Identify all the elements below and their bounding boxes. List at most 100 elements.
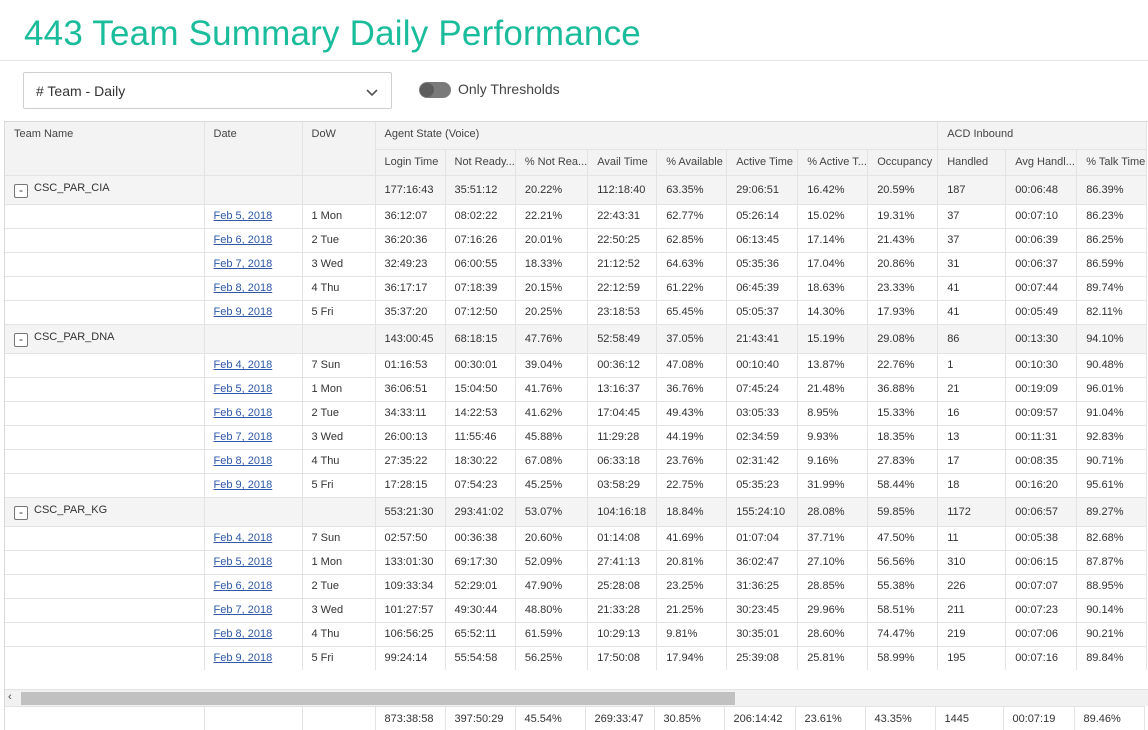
group-value-cell: 112:18:40 [587,175,658,205]
value-cell: 89.74% [1076,276,1148,301]
value-cell: 00:08:35 [1005,449,1078,474]
date-link[interactable]: Feb 4, 2018 [214,359,273,371]
value-cell: 58.44% [867,473,939,498]
value-cell: 17.94% [656,646,728,671]
value-cell: 22.76% [867,353,939,378]
date-link[interactable]: Feb 9, 2018 [214,652,273,664]
value-cell: 17.04% [797,252,869,277]
value-cell: 21 [937,377,1007,402]
value-cell: 21:12:52 [587,252,658,277]
group-row: - CSC_PAR_KG 553:21:30 293:41:02 53.07% 104:1… [5,497,1148,527]
date-link[interactable]: Feb 5, 2018 [214,556,273,568]
view-dropdown[interactable]: # Team - Daily [23,72,392,109]
date-link[interactable]: Feb 7, 2018 [214,431,273,443]
header-date[interactable]: Date [204,122,303,176]
date-cell: Feb 9, 2018 [204,473,303,498]
value-cell: 64.63% [656,252,728,277]
dow-cell: 4 Thu [302,276,376,301]
team-cell [5,300,205,325]
value-cell: 06:00:55 [445,252,516,277]
dow-cell: 5 Fri [302,646,376,671]
value-cell: 27:41:13 [587,550,658,575]
column-header[interactable]: Occupancy [867,149,939,176]
value-cell: 06:33:18 [587,449,658,474]
group-value-cell: 1172 [937,497,1007,527]
group-value-cell: 155:24:10 [726,497,799,527]
table-row: Feb 4, 2018 7 Sun 01:16:53 00:30:01 39.04% 00… [5,353,1148,378]
value-cell: 15.33% [867,401,939,426]
date-link[interactable]: Feb 8, 2018 [214,628,273,640]
column-header[interactable]: Handled [937,149,1007,176]
column-header[interactable]: Avail Time [587,149,658,176]
date-link[interactable]: Feb 4, 2018 [214,532,273,544]
value-cell: 00:06:39 [1005,228,1078,253]
group-value-cell: 00:06:57 [1005,497,1078,527]
date-link[interactable]: Feb 5, 2018 [214,383,273,395]
value-cell: 90.21% [1076,622,1148,647]
value-cell: 47.08% [656,353,728,378]
value-cell: 00:07:10 [1005,204,1078,229]
date-link[interactable]: Feb 6, 2018 [214,580,273,592]
chevron-left-icon[interactable]: ‹ [8,691,12,703]
value-cell: 14.30% [797,300,869,325]
value-cell: 02:31:42 [726,449,799,474]
value-cell: 90.48% [1076,353,1148,378]
team-cell [5,526,205,551]
value-cell: 00:06:37 [1005,252,1078,277]
value-cell: 65.45% [656,300,728,325]
value-cell: 22.21% [515,204,589,229]
team-cell [5,276,205,301]
date-link[interactable]: Feb 9, 2018 [214,479,273,491]
date-link[interactable]: Feb 6, 2018 [214,407,273,419]
group-name: CSC_PAR_KG [34,503,108,516]
date-link[interactable]: Feb 8, 2018 [214,455,273,467]
column-header[interactable]: Active Time [726,149,799,176]
value-cell: 9.93% [797,425,869,450]
value-cell: 36.88% [867,377,939,402]
group-value-cell: 16.42% [797,175,869,205]
value-cell: 14:22:53 [445,401,516,426]
value-cell: 61.22% [656,276,728,301]
only-thresholds-toggle[interactable] [419,82,451,98]
column-header[interactable]: Not Ready... [445,149,516,176]
date-link[interactable]: Feb 7, 2018 [214,258,273,270]
value-cell: 11:55:46 [445,425,516,450]
date-link[interactable]: Feb 8, 2018 [214,282,273,294]
value-cell: 92.83% [1076,425,1148,450]
dow-cell [302,324,376,354]
column-header[interactable]: % Available [656,149,728,176]
only-thresholds-label: Only Thresholds [458,81,560,97]
date-cell [204,175,303,205]
header-dow[interactable]: DoW [302,122,376,176]
horizontal-scrollbar[interactable]: ‹ [5,689,1148,706]
table-row: Feb 4, 2018 7 Sun 02:57:50 00:36:38 20.60% 01… [5,526,1148,551]
value-cell: 67.08% [515,449,589,474]
dow-cell [302,497,376,527]
table-row: Feb 8, 2018 4 Thu 106:56:25 65:52:11 61.59% 1… [5,622,1148,647]
collapse-group-button[interactable]: - [14,505,28,520]
column-header[interactable]: Avg Handl... [1005,149,1078,176]
value-cell: 02:57:50 [375,526,446,551]
group-value-cell: 59.85% [867,497,939,527]
date-link[interactable]: Feb 6, 2018 [214,234,273,246]
header-team-name[interactable]: Team Name [5,122,205,176]
value-cell: 17:04:45 [587,401,658,426]
date-link[interactable]: Feb 5, 2018 [214,210,273,222]
date-cell: Feb 9, 2018 [204,646,303,671]
value-cell: 86.59% [1076,252,1148,277]
collapse-group-button[interactable]: - [14,332,28,347]
column-header[interactable]: Login Time [375,149,446,176]
scrollbar-thumb[interactable] [21,692,735,705]
column-header[interactable]: % Active T... [797,149,869,176]
date-link[interactable]: Feb 7, 2018 [214,604,273,616]
value-cell: 00:11:31 [1005,425,1078,450]
dow-cell: 2 Tue [302,228,376,253]
value-cell: 23.33% [867,276,939,301]
column-header[interactable]: % Not Rea... [515,149,589,176]
column-header[interactable]: % Talk Time [1076,149,1148,176]
date-link[interactable]: Feb 9, 2018 [214,306,273,318]
date-cell: Feb 6, 2018 [204,228,303,253]
collapse-group-button[interactable]: - [14,183,28,198]
data-grid: Team Name Date DoW Agent State (Voice) A… [4,121,1148,730]
value-cell: 88.95% [1076,574,1148,599]
